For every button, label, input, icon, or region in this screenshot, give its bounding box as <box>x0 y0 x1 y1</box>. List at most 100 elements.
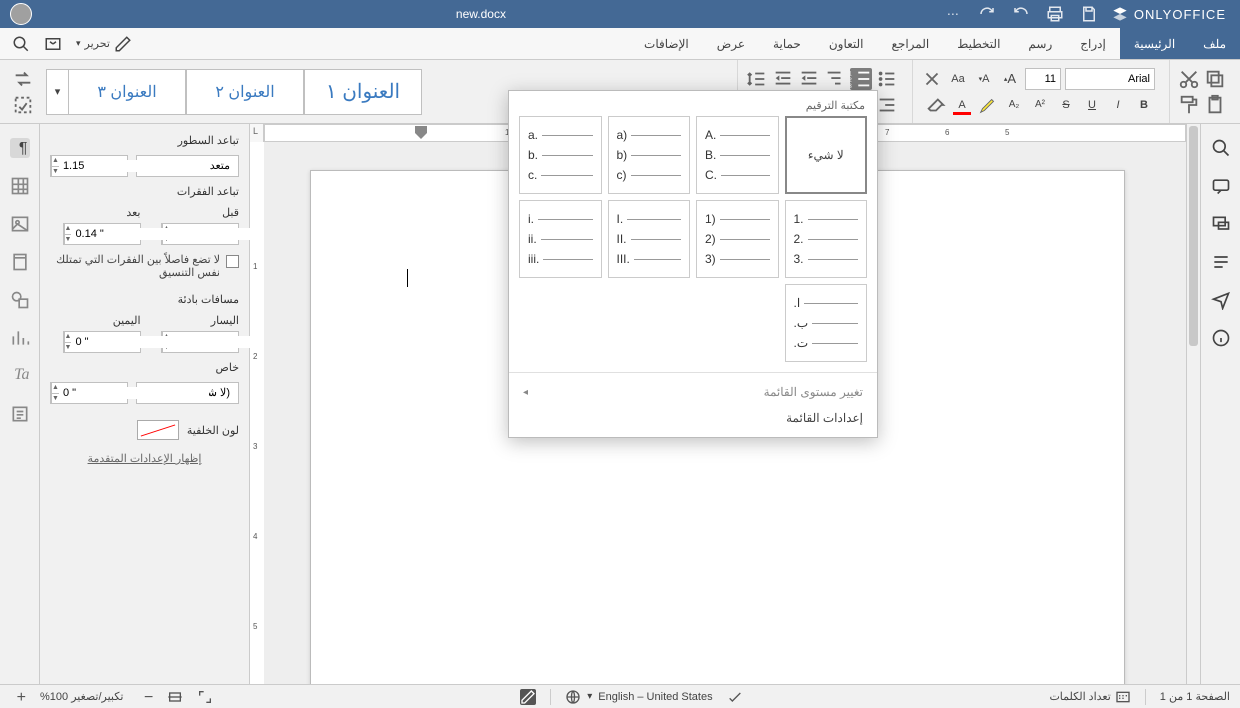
font-name-input[interactable] <box>1065 68 1155 90</box>
about-icon[interactable] <box>1211 328 1231 348</box>
font-color-icon[interactable]: A <box>951 94 973 116</box>
line-spacing-value[interactable]: ▲▼ <box>50 155 128 177</box>
numbering-option-decimal-dot[interactable]: 1.2.3. <box>785 200 868 278</box>
special-indent-value[interactable]: ▲▼ <box>50 382 128 404</box>
numbering-option-upper-roman-dot[interactable]: I.II.III. <box>608 200 691 278</box>
same-style-checkbox[interactable]: لا تضع فاصلاً بين الفقرات التي تمتلك نفس… <box>50 253 239 279</box>
tab-plugins[interactable]: الإضافات <box>630 28 703 59</box>
zoom-in-icon[interactable]: + <box>10 689 26 705</box>
numbering-option-none[interactable]: لا شيء <box>785 116 868 194</box>
numbering-option-lower-roman-dot[interactable]: i.ii.iii. <box>519 200 602 278</box>
save-icon[interactable] <box>1080 5 1098 23</box>
zoom-label[interactable]: تكبير/تصغير 100% <box>40 690 123 703</box>
paragraph-icon[interactable]: ¶ <box>10 138 30 158</box>
shape-settings-icon[interactable] <box>10 290 30 310</box>
chart-settings-icon[interactable] <box>10 328 30 348</box>
tab-insert[interactable]: إدراج <box>1066 28 1120 59</box>
decrease-font-icon[interactable]: A▾ <box>973 68 995 90</box>
copy-icon[interactable] <box>1204 68 1226 90</box>
tab-collaboration[interactable]: التعاون <box>815 28 878 59</box>
style-heading2[interactable]: العنوان ٢ <box>186 69 304 115</box>
track-changes-icon[interactable] <box>520 689 536 705</box>
advanced-settings-link[interactable]: إظهار الإعدادات المتقدمة <box>88 452 202 465</box>
eraser-icon[interactable] <box>925 94 947 116</box>
statusbar: الصفحة 1 من 1 تعداد الكلمات ▾ English – … <box>0 684 1240 708</box>
more-icon[interactable]: ⋯ <box>944 5 962 23</box>
vertical-ruler[interactable]: L 1 2 3 4 5 <box>250 124 264 684</box>
replace-icon[interactable] <box>12 68 34 90</box>
image-settings-icon[interactable] <box>10 214 30 234</box>
line-spacing-icon[interactable] <box>746 68 768 90</box>
paste-icon[interactable] <box>1204 94 1226 116</box>
redo-icon[interactable] <box>978 5 996 23</box>
right-rail <box>1200 124 1240 684</box>
increase-font-icon[interactable]: A▴ <box>999 68 1021 90</box>
numbering-option-arabic-letter[interactable]: .ا.ب.ت <box>785 284 868 362</box>
tab-protection[interactable]: حماية <box>759 28 815 59</box>
style-heading3[interactable]: العنوان ٣ <box>68 69 186 115</box>
decrease-indent-icon[interactable] <box>798 68 820 90</box>
style-heading1[interactable]: العنوان ١ <box>304 69 422 115</box>
numbered-list-icon[interactable]: 123 <box>850 68 872 90</box>
align-right-icon[interactable] <box>876 94 898 116</box>
numbering-option-upper-letter-dot[interactable]: A.B.C. <box>696 116 779 194</box>
undo-icon[interactable] <box>1012 5 1030 23</box>
search-icon[interactable] <box>12 35 30 53</box>
change-case-icon[interactable]: Aa <box>947 68 969 90</box>
multilevel-list-icon[interactable] <box>824 68 846 90</box>
bgcolor-swatch[interactable] <box>137 420 179 440</box>
zoom-out-icon[interactable]: − <box>137 689 153 705</box>
page-indicator[interactable]: الصفحة 1 من 1 <box>1160 690 1230 703</box>
find-icon[interactable] <box>1211 138 1231 158</box>
numbering-option-lower-letter-paren[interactable]: a)b)c) <box>608 116 691 194</box>
wordcount[interactable]: تعداد الكلمات <box>1049 689 1130 705</box>
navigation-icon[interactable] <box>1211 252 1231 272</box>
bullet-list-icon[interactable] <box>876 68 898 90</box>
numbering-library-popup: مكتبة الترقيم لا شيءA.B.C.a)b)c)a.b.c.1.… <box>508 90 878 438</box>
tab-home[interactable]: الرئيسية <box>1120 28 1189 59</box>
numbering-option-decimal-paren[interactable]: 1)2)3) <box>696 200 779 278</box>
comments-icon[interactable] <box>1211 176 1231 196</box>
styles-expand-icon[interactable]: ▾ <box>46 69 68 115</box>
underline-icon[interactable]: U <box>1081 94 1103 116</box>
header-footer-icon[interactable] <box>10 252 30 272</box>
spacing-after[interactable]: ▲▼ <box>63 223 141 245</box>
spellcheck-toggle[interactable] <box>727 689 743 705</box>
print-icon[interactable] <box>1046 5 1064 23</box>
cut-icon[interactable] <box>1178 68 1200 90</box>
list-settings[interactable]: إعدادات القائمة <box>509 405 877 431</box>
subscript-icon[interactable]: A₂ <box>1003 94 1025 116</box>
numbering-option-lower-letter-dot[interactable]: a.b.c. <box>519 116 602 194</box>
change-list-level[interactable]: تغيير مستوى القائمة◂ <box>509 379 877 405</box>
open-icon[interactable] <box>44 35 62 53</box>
form-settings-icon[interactable] <box>10 404 30 424</box>
increase-indent-icon[interactable] <box>772 68 794 90</box>
tab-view[interactable]: عرض <box>703 28 759 59</box>
vertical-scrollbar[interactable] <box>1186 124 1200 684</box>
highlight-icon[interactable] <box>977 94 999 116</box>
superscript-icon[interactable]: A² <box>1029 94 1051 116</box>
user-avatar[interactable] <box>10 3 32 25</box>
fit-page-icon[interactable] <box>197 689 213 705</box>
strike-icon[interactable]: S <box>1055 94 1077 116</box>
para-spacing-label: تباعد الفقرات <box>50 185 239 198</box>
font-size-input[interactable] <box>1025 68 1061 90</box>
bold-icon[interactable]: B <box>1133 94 1155 116</box>
table-settings-icon[interactable] <box>10 176 30 196</box>
italic-icon[interactable]: I <box>1107 94 1129 116</box>
fit-width-icon[interactable] <box>167 689 183 705</box>
language-selector[interactable]: ▾ English – United States <box>565 689 712 705</box>
file-tab[interactable]: ملف <box>1189 28 1240 59</box>
indent-right[interactable]: ▲▼ <box>63 331 141 353</box>
tab-references[interactable]: المراجع <box>878 28 944 59</box>
format-painter-icon[interactable] <box>1178 94 1200 116</box>
edit-mode-selector[interactable]: ▾ تحرير <box>76 35 132 53</box>
feedback-icon[interactable] <box>1211 290 1231 310</box>
menu-row: ملف الرئيسية إدراج رسم التخطيط المراجع ا… <box>0 28 1240 60</box>
tab-layout[interactable]: التخطيط <box>943 28 1014 59</box>
clear-format-icon[interactable] <box>921 68 943 90</box>
select-all-icon[interactable] <box>12 94 34 116</box>
textart-icon[interactable]: Ta <box>10 366 30 386</box>
chat-icon[interactable] <box>1211 214 1231 234</box>
tab-draw[interactable]: رسم <box>1014 28 1066 59</box>
